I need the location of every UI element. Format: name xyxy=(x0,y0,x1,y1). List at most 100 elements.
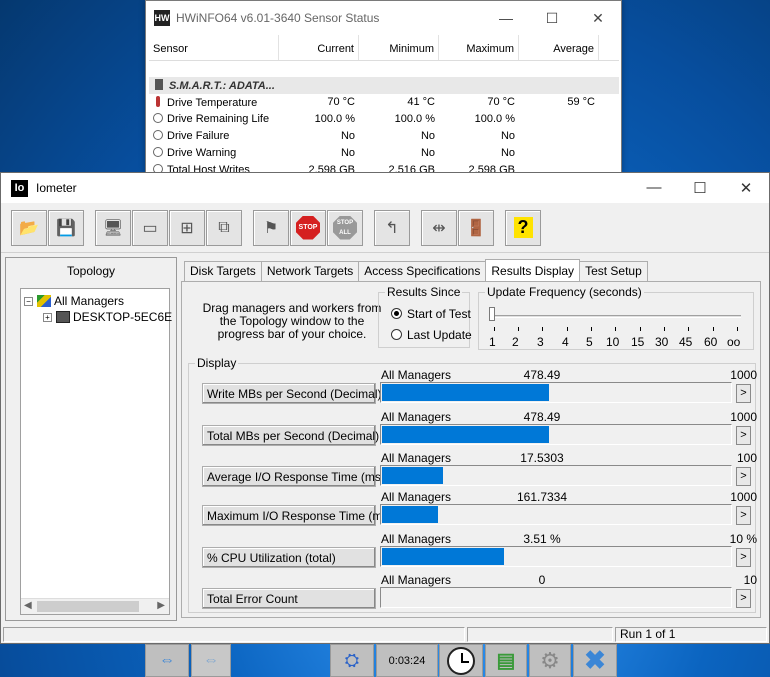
duplicate-worker-button[interactable]: ⧉ xyxy=(206,209,242,246)
table-row[interactable]: Drive Failure No No No xyxy=(149,128,619,145)
row-manager: All Managers xyxy=(381,573,452,587)
update-frequency-slider[interactable] xyxy=(489,315,741,318)
back-forward-disabled-button[interactable]: ⇔ xyxy=(191,644,231,677)
scrollbar-thumb[interactable] xyxy=(37,601,139,612)
scroll-right-icon[interactable]: ▶ xyxy=(157,600,165,611)
row-manager: All Managers xyxy=(381,368,452,382)
close-icon[interactable]: ✕ xyxy=(575,10,621,27)
start-disk-worker-button[interactable]: ▭ xyxy=(132,209,168,246)
table-row[interactable]: Drive Warning No No No xyxy=(149,145,619,162)
hwinfo-window: HW HWiNFO64 v6.01-3640 Sensor Status — ☐… xyxy=(145,0,622,176)
hwinfo-titlebar[interactable]: HW HWiNFO64 v6.01-3640 Sensor Status — ☐… xyxy=(146,1,621,35)
computer-icon: 🖥 xyxy=(102,219,124,237)
table-row[interactable]: Drive Temperature 70 °C 41 °C 70 °C 59 °… xyxy=(149,94,619,111)
results-display-panel: Drag managers and workers from the Topol… xyxy=(181,281,761,618)
sensor-average xyxy=(519,128,599,145)
row-arrow-button[interactable]: > xyxy=(736,426,751,445)
metric-select-button[interactable]: Total Error Count xyxy=(202,588,376,609)
radio-last-update[interactable]: Last Update xyxy=(391,328,472,342)
tab-disk-targets[interactable]: Disk Targets xyxy=(184,261,262,281)
green-flag-icon: ⚑ xyxy=(263,219,279,237)
tree-item-desktop[interactable]: + DESKTOP-5EC6E xyxy=(43,310,172,324)
close-icon[interactable]: ✕ xyxy=(723,179,769,197)
metric-select-button[interactable]: Maximum I/O Response Time (ms) xyxy=(202,505,392,526)
metric-select-button[interactable]: % CPU Utilization (total) xyxy=(202,547,376,568)
thermometer-icon xyxy=(156,96,160,107)
metric-select-button[interactable]: Average I/O Response Time (ms) xyxy=(202,466,385,487)
table-row[interactable]: Drive Remaining Life 100.0 % 100.0 % 100… xyxy=(149,111,619,128)
metric-select-button[interactable]: Total MBs per Second (Decimal) xyxy=(202,425,379,446)
tab-results-display[interactable]: Results Display xyxy=(485,259,581,281)
sensor-maximum: 70 °C xyxy=(487,96,515,108)
progress-fill xyxy=(382,548,504,565)
tab-test-setup[interactable]: Test Setup xyxy=(579,261,648,281)
reset-workers-button[interactable]: ↰ xyxy=(374,209,410,246)
progress-bar[interactable] xyxy=(380,424,732,445)
start-network-worker-button[interactable]: ⊞ xyxy=(169,209,205,246)
collapse-icon[interactable]: − xyxy=(24,297,33,306)
row-arrow-button[interactable]: > xyxy=(736,506,751,525)
row-arrow-button[interactable]: > xyxy=(736,467,751,486)
progress-bar[interactable] xyxy=(380,587,732,608)
sensor-group-row[interactable]: S.M.A.R.T.: ADATA... xyxy=(149,77,619,94)
open-folder-icon: 📂 xyxy=(19,219,39,237)
row-value: 0 xyxy=(538,573,546,587)
sensor-current: No xyxy=(340,130,355,142)
settings-button[interactable]: ⚙ xyxy=(529,644,571,677)
exit-door-icon: 🚪 xyxy=(466,219,486,237)
radio-start-of-test[interactable]: Start of Test xyxy=(391,307,471,321)
about-button[interactable]: ? xyxy=(505,209,541,246)
tab-network-targets[interactable]: Network Targets xyxy=(260,261,360,281)
maximize-icon[interactable]: ☐ xyxy=(529,10,575,27)
network-button[interactable]: ⛭ xyxy=(330,644,374,677)
run-status: Run 1 of 1 xyxy=(615,627,767,642)
save-button[interactable]: 💾 xyxy=(48,209,84,246)
add-sheet-icon: ▤ xyxy=(496,650,516,672)
row-arrow-button[interactable]: > xyxy=(736,548,751,567)
add-sheet-button[interactable]: ▤ xyxy=(485,644,527,677)
tick-label: 45 xyxy=(679,335,693,349)
column-header-minimum[interactable]: Minimum xyxy=(359,35,439,60)
tick-label: 30 xyxy=(655,335,669,349)
progress-bar[interactable] xyxy=(380,382,732,403)
minimize-icon[interactable]: — xyxy=(631,179,677,197)
clock-button[interactable] xyxy=(439,644,483,677)
minimize-icon[interactable]: — xyxy=(483,10,529,27)
column-header-average[interactable]: Average xyxy=(519,35,599,60)
stop-all-button[interactable]: STOP ALL xyxy=(327,209,363,246)
metric-select-button[interactable]: Write MBs per Second (Decimal) xyxy=(202,383,382,404)
column-header-sensor[interactable]: Sensor xyxy=(149,35,279,60)
iometer-titlebar[interactable]: Io Iometer — ☐ ✕ xyxy=(1,173,769,203)
tick-label: 1 xyxy=(489,335,496,349)
topology-tree[interactable]: − All Managers + DESKTOP-5EC6E ◀ ▶ xyxy=(20,288,172,615)
slider-thumb[interactable] xyxy=(489,307,495,321)
column-header-maximum[interactable]: Maximum xyxy=(439,35,519,60)
row-arrow-button[interactable]: > xyxy=(736,589,751,608)
progress-fill xyxy=(382,384,549,401)
row-max: 1000 xyxy=(730,410,757,424)
back-forward-button[interactable]: ⇔ xyxy=(145,644,189,677)
tab-access-specifications[interactable]: Access Specifications xyxy=(358,261,487,281)
sensor-maximum: 100.0 % xyxy=(474,113,515,125)
slider-ticks xyxy=(487,327,752,331)
progress-bar[interactable] xyxy=(380,546,732,567)
exit-button[interactable]: 🚪 xyxy=(458,209,494,246)
cancel-button[interactable]: ✖ xyxy=(573,644,617,677)
display-row: % CPU Utilization (total) All Managers 3… xyxy=(182,532,757,570)
start-tests-button[interactable]: ⚑ xyxy=(253,209,289,246)
radio-selected-icon xyxy=(391,308,402,319)
stop-button[interactable]: STOP xyxy=(290,209,326,246)
row-arrow-button[interactable]: > xyxy=(736,384,751,403)
expand-icon[interactable]: + xyxy=(43,313,52,322)
disconnect-button[interactable]: ⇹ xyxy=(421,209,457,246)
column-header-current[interactable]: Current xyxy=(279,35,359,60)
progress-bar[interactable] xyxy=(380,504,732,525)
row-value: 17.5303 xyxy=(520,451,564,465)
scroll-left-icon[interactable]: ◀ xyxy=(24,600,32,611)
maximize-icon[interactable]: ☐ xyxy=(677,179,723,197)
horizontal-scrollbar[interactable]: ◀ ▶ xyxy=(21,598,169,614)
start-manager-button[interactable]: 🖥 xyxy=(95,209,131,246)
progress-bar[interactable] xyxy=(380,465,732,486)
open-folder-button[interactable]: 📂 xyxy=(11,209,47,246)
tree-item-all-managers[interactable]: − All Managers xyxy=(24,294,124,308)
